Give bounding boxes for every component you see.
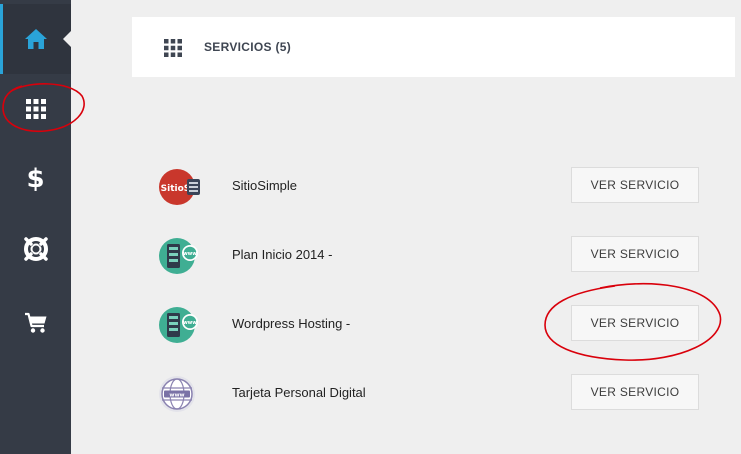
dollar-icon: $	[26, 164, 45, 194]
ver-servicio-button[interactable]: VER SERVICIO	[571, 374, 699, 410]
list-item: www Tarjeta Personal Digital VER SERVICI…	[132, 363, 735, 423]
ver-servicio-button[interactable]: VER SERVICIO	[571, 167, 699, 203]
service-name: Wordpress Hosting -	[232, 316, 351, 331]
service-name: Plan Inicio 2014 -	[232, 247, 333, 262]
sidebar-item-home[interactable]	[0, 4, 71, 74]
list-item: www Wordpress Hosting - VER SERVICIO	[132, 294, 735, 354]
grid-icon	[164, 39, 182, 57]
ver-servicio-button[interactable]: VER SERVICIO	[571, 305, 699, 341]
www-label: www	[183, 251, 197, 257]
grid-icon	[25, 99, 46, 119]
www-label: www	[183, 320, 197, 326]
www-globe-logo: www	[158, 374, 198, 414]
sidebar-item-support[interactable]	[0, 214, 71, 284]
lifebuoy-icon	[23, 236, 49, 262]
list-item: SitioSi SitioSimple VER SERVICIO	[132, 156, 735, 216]
ver-servicio-button[interactable]: VER SERVICIO	[571, 236, 699, 272]
sitiosimple-logo: SitioSi	[158, 167, 200, 207]
service-name: SitioSimple	[232, 178, 298, 193]
hosting-server-logo: www	[158, 305, 198, 345]
www-label: www	[169, 392, 184, 398]
page-title: SERVICIOS (5)	[204, 40, 292, 54]
service-name: Tarjeta Personal Digital	[232, 385, 366, 400]
hosting-server-logo: www	[158, 236, 198, 276]
home-icon	[24, 28, 48, 50]
services-header: SERVICIOS (5)	[132, 17, 735, 77]
sidebar: $	[0, 0, 71, 454]
sidebar-item-cart[interactable]	[0, 288, 71, 358]
sidebar-item-billing[interactable]: $	[0, 144, 71, 214]
sidebar-item-services[interactable]	[0, 74, 71, 144]
list-item: www Plan Inicio 2014 - VER SERVICIO	[132, 225, 735, 285]
cart-icon	[24, 312, 48, 334]
